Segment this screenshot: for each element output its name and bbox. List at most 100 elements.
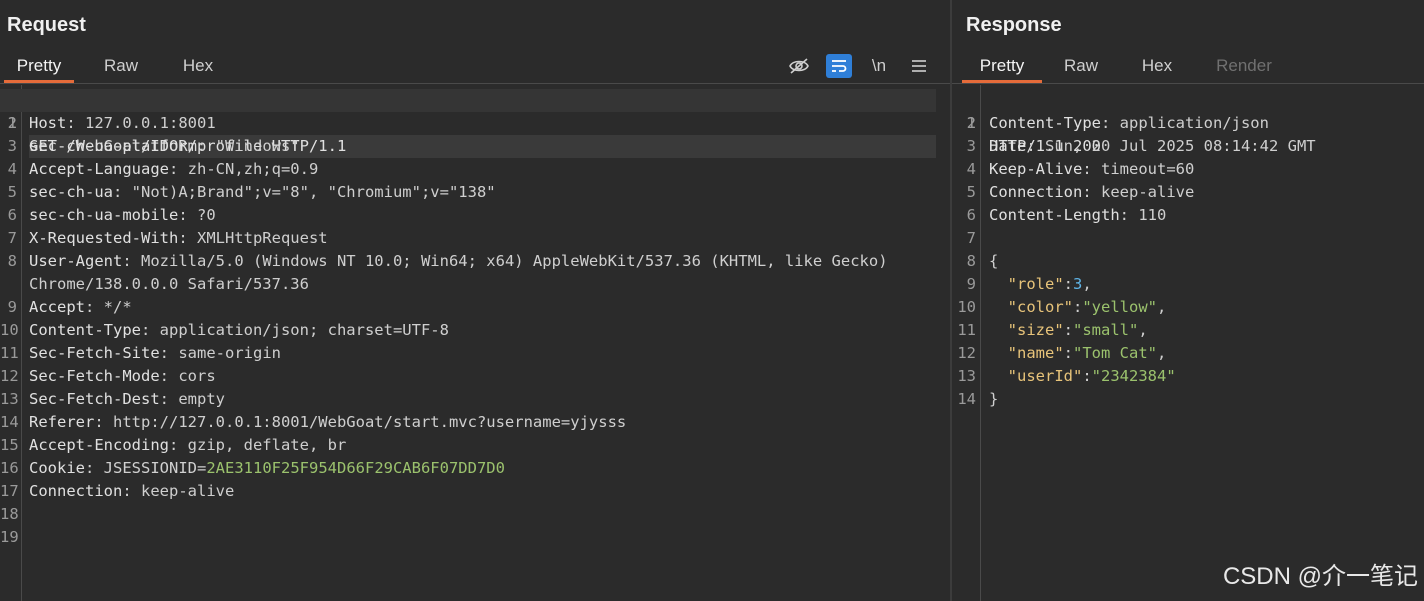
word-wrap-icon[interactable] [826,54,852,78]
line-content: Content-Type: application/json; charset=… [29,321,449,339]
line-number: 7 [7,229,17,247]
response-title: Response [966,14,1062,36]
line-number: 7 [966,229,976,247]
response-tab-pretty[interactable]: Pretty [962,52,1042,83]
response-tab-render[interactable]: Render [1210,52,1278,80]
header-value: cors [178,367,216,385]
hide-nonprintable-eye-slash-icon[interactable] [786,54,812,78]
header-value: "Not)A;Brand";v="8", "Chromium";v="138" [131,183,496,201]
line-content: sec-ch-ua-platform: "Windows" [29,137,300,155]
header-value: "Windows" [215,137,300,155]
request-toolbar: \n [786,52,932,80]
code-line: 4 Keep-Alive: timeout=60 [952,158,1410,181]
code-line: 14 Referer: http://127.0.0.1:8001/WebGoat… [0,411,936,434]
header-name: Accept [29,298,85,316]
line-number: 2 [7,114,17,132]
line-number: 16 [0,459,19,477]
header-value: empty [178,390,225,408]
code-line: 7 X-Requested-With: XMLHttpRequest [0,227,936,250]
code-line: 11 "size":"small", [952,319,1410,342]
request-tab-raw[interactable]: Raw [96,52,146,80]
code-line: 12 Sec-Fetch-Mode: cors [0,365,936,388]
request-editor[interactable]: 1 GET /WebGoat/IDOR/profile HTTP/1.1 2 Ho… [0,85,950,601]
line-content: "size":"small", [1007,321,1148,339]
response-editor[interactable]: 1 HTTP/1.1 200 2 Content-Type: applicatio… [952,85,1424,601]
json-value: "small" [1073,321,1139,339]
response-pane: Response Pretty Raw Hex Render 1 HTTP/1.… [952,0,1424,601]
code-line: 10 "color":"yellow", [952,296,1410,319]
response-line: 1 HTTP/1.1 200 [952,89,1410,155]
code-line: 7 [952,227,1410,250]
code-line: 8 User-Agent: Mozilla/5.0 (Windows NT 10.… [0,250,936,296]
line-content: X-Requested-With: XMLHttpRequest [29,229,328,247]
line-number: 5 [966,183,976,201]
line-number: 3 [7,137,17,155]
request-line: 1 GET /WebGoat/IDOR/profile HTTP/1.1 [0,89,936,158]
header-name: sec-ch-ua [29,183,113,201]
code-line: 13 Sec-Fetch-Dest: empty [0,388,936,411]
line-number: 3 [966,137,976,155]
line-number: 19 [0,528,19,546]
header-value: application/json; charset=UTF-8 [159,321,449,339]
code-line: 2 Content-Type: application/json [952,112,1410,135]
json-value: 3 [1073,275,1083,293]
code-line: 16 Cookie: JSESSIONID=2AE3110F25F954D66F2… [0,457,936,480]
header-value: XMLHttpRequest [196,229,328,247]
request-title: Request [7,14,86,36]
header-name: Sec-Fetch-Site [29,344,160,362]
line-number: 12 [0,367,19,385]
code-line: 3 sec-ch-ua-platform: "Windows" [0,135,936,158]
line-content: Connection: keep-alive [989,183,1195,201]
line-content: "role":3, [1007,275,1092,293]
header-name: sec-ch-ua-platform [29,137,197,155]
line-number: 9 [966,275,976,293]
line-content: Accept-Encoding: gzip, deflate, br [29,436,347,454]
line-number: 13 [0,390,19,408]
line-number: 11 [0,344,19,362]
line-number: 2 [966,114,976,132]
line-content: Connection: keep-alive [29,482,235,500]
code-line: 12 "name":"Tom Cat", [952,342,1410,365]
header-value: application/json [1119,114,1269,132]
header-value: Mozilla/5.0 (Windows NT 10.0; Win64; x64… [29,252,888,293]
code-line: 9 Accept: */* [0,296,936,319]
line-number: 10 [957,298,976,316]
header-name: Content-Length [989,206,1120,224]
show-newlines-button[interactable]: \n [866,54,892,78]
code-line: 4 Accept-Language: zh-CN,zh;q=0.9 [0,158,936,181]
line-content: } [989,388,1410,411]
header-name: Connection [989,183,1083,201]
header-value: keep-alive [141,482,235,500]
header-name: Cookie [29,459,85,477]
json-key: "role" [1007,275,1064,293]
line-number: 4 [7,160,17,178]
header-value: 110 [1138,206,1167,224]
header-value: gzip, deflate, br [187,436,347,454]
header-name: User-Agent [29,252,123,270]
line-number: 8 [966,252,976,270]
line-number: 14 [957,390,976,408]
header-value: zh-CN,zh;q=0.9 [187,160,319,178]
line-number: 4 [966,160,976,178]
menu-hamburger-icon[interactable] [906,54,932,78]
header-name: Content-Type [989,114,1101,132]
json-key: "color" [1007,298,1073,316]
header-name: Keep-Alive [989,160,1083,178]
header-value: same-origin [178,344,281,362]
request-pane: Request Pretty Raw Hex \n 1 GET /WebGoat… [0,0,950,601]
line-number: 9 [7,298,17,316]
line-content: Keep-Alive: timeout=60 [989,160,1195,178]
line-content: Referer: http://127.0.0.1:8001/WebGoat/s… [29,413,627,431]
request-tab-hex[interactable]: Hex [174,52,222,80]
line-content: sec-ch-ua-mobile: ?0 [29,206,216,224]
response-tab-raw[interactable]: Raw [1056,52,1106,80]
json-key: "userId" [1007,367,1083,385]
line-number: 6 [7,206,17,224]
line-number: 17 [0,482,19,500]
request-tab-pretty[interactable]: Pretty [4,52,74,83]
line-number: 13 [957,367,976,385]
header-value: */* [103,298,132,316]
response-tab-hex[interactable]: Hex [1133,52,1181,80]
header-name: Content-Type [29,321,141,339]
line-content: Sec-Fetch-Dest: empty [29,390,225,408]
